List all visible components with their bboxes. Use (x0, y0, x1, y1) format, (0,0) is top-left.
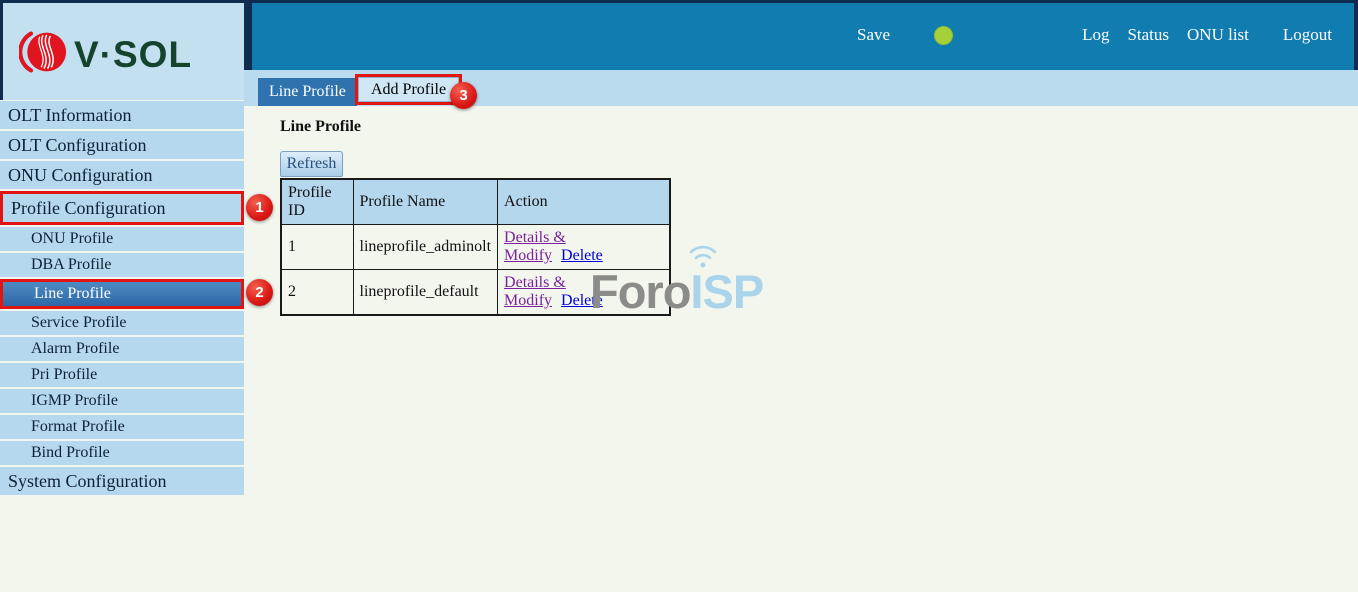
annotation-badge-3: 3 (450, 82, 477, 109)
nav-onu-list-link[interactable]: ONU list (1187, 25, 1249, 45)
logo-area: V·SOL (0, 3, 244, 100)
nav-logout-link[interactable]: Logout (1283, 25, 1332, 45)
sidebar-item-olt-information[interactable]: OLT Information (0, 101, 244, 129)
sidebar-item-dba-profile[interactable]: DBA Profile (0, 253, 244, 277)
tab-bar: Line Profile Add Profile 3 (244, 70, 1358, 106)
tab-add-profile[interactable]: Add Profile (358, 77, 459, 102)
status-indicator-dot (934, 26, 953, 45)
sidebar-item-olt-configuration[interactable]: OLT Configuration (0, 131, 244, 159)
nav-log-link[interactable]: Log (1082, 25, 1109, 45)
sidebar-item-service-profile[interactable]: Service Profile (0, 311, 244, 335)
header-nav: Log Status ONU list Logout (1082, 25, 1332, 45)
cell-profile-id: 1 (281, 225, 353, 270)
column-header-profile-id: Profile ID (281, 179, 353, 225)
sidebar: OLT Information OLT Configuration ONU Co… (0, 101, 244, 497)
cell-profile-name: lineprofile_adminolt (353, 225, 498, 270)
watermark-text-blue: ISP (690, 265, 763, 318)
antenna-signal-icon (688, 239, 732, 269)
brand-name: V·SOL (74, 34, 192, 76)
main-content: Line Profile Refresh Profile ID Profile … (244, 106, 1358, 592)
table-row: 1 lineprofile_adminolt Details & ModifyD… (281, 225, 670, 270)
sidebar-item-line-profile[interactable]: Line Profile (0, 279, 244, 309)
nav-status-link[interactable]: Status (1127, 25, 1169, 45)
olt-management-page: V·SOL Save Log Status ONU list Logout Li… (0, 0, 1358, 592)
delete-link[interactable]: Delete (561, 247, 603, 264)
cell-action: Details & ModifyDelete (498, 225, 670, 270)
save-button[interactable]: Save (857, 25, 890, 45)
refresh-button[interactable]: Refresh (280, 151, 343, 177)
column-header-action: Action (498, 179, 670, 225)
sidebar-item-format-profile[interactable]: Format Profile (0, 415, 244, 439)
table-header-row: Profile ID Profile Name Action (281, 179, 670, 225)
sidebar-item-alarm-profile[interactable]: Alarm Profile (0, 337, 244, 361)
annotation-box-add-profile: Add Profile (355, 74, 462, 105)
cell-profile-name: lineprofile_default (353, 270, 498, 316)
sidebar-item-igmp-profile[interactable]: IGMP Profile (0, 389, 244, 413)
sidebar-item-bind-profile[interactable]: Bind Profile (0, 441, 244, 465)
watermark-text-gray: Foro (590, 265, 690, 318)
details-modify-link[interactable]: Details & Modify (504, 274, 566, 309)
header-bar: Save Log Status ONU list Logout (244, 3, 1358, 70)
vsol-logo-icon (19, 28, 67, 81)
foroisp-watermark: Foro ISP (590, 264, 763, 319)
column-header-profile-name: Profile Name (353, 179, 498, 225)
tab-line-profile[interactable]: Line Profile (258, 78, 357, 106)
cell-profile-id: 2 (281, 270, 353, 316)
sidebar-item-onu-profile[interactable]: ONU Profile (0, 227, 244, 251)
sidebar-item-profile-configuration[interactable]: Profile Configuration (0, 191, 244, 225)
page-title: Line Profile (280, 118, 361, 136)
sidebar-item-onu-configuration[interactable]: ONU Configuration (0, 161, 244, 189)
sidebar-item-pri-profile[interactable]: Pri Profile (0, 363, 244, 387)
sidebar-item-system-configuration[interactable]: System Configuration (0, 467, 244, 495)
details-modify-link[interactable]: Details & Modify (504, 229, 566, 264)
